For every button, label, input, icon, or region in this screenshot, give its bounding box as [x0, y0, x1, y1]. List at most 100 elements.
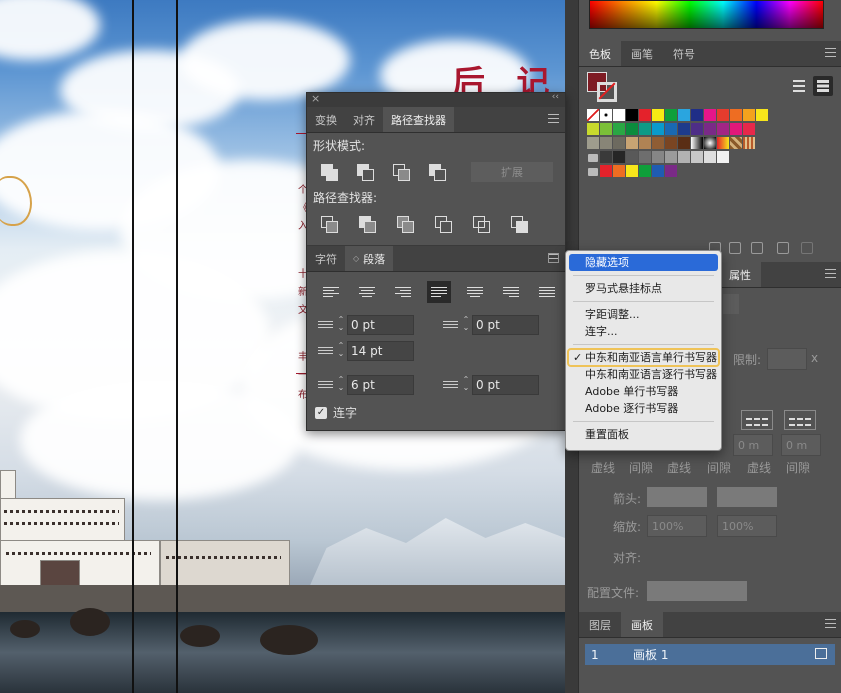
scale-start-field[interactable]: 100% [647, 515, 707, 537]
stepper-arrows-icon[interactable]: ⌃ ⌄ [335, 316, 347, 334]
expand-button[interactable]: 扩展 [471, 161, 553, 182]
menu-item[interactable]: Adobe 逐行书写器 [566, 400, 721, 417]
arrowhead-end-dropdown[interactable] [717, 487, 777, 507]
fill-stroke-widget[interactable] [587, 72, 617, 102]
menu-item[interactable]: 罗马式悬挂标点 [566, 280, 721, 297]
swatch-options-icon[interactable] [729, 242, 741, 254]
color-swatch[interactable] [600, 109, 613, 122]
menu-item[interactable]: 中东和南亚语言逐行书写器 [566, 366, 721, 383]
color-swatch[interactable] [665, 151, 678, 164]
color-swatch[interactable] [600, 151, 613, 164]
crop-icon[interactable] [433, 214, 453, 234]
color-swatch[interactable] [691, 137, 704, 150]
minus-back-icon[interactable] [509, 214, 529, 234]
dash-value-field[interactable]: 0 m [781, 434, 821, 456]
exclude-icon[interactable] [427, 162, 447, 182]
menu-item[interactable]: Adobe 单行书写器 [566, 383, 721, 400]
trim-icon[interactable] [357, 214, 377, 234]
color-swatch[interactable] [717, 137, 730, 150]
color-swatch[interactable] [678, 123, 691, 136]
color-swatch[interactable] [665, 137, 678, 150]
color-swatch[interactable] [639, 109, 652, 122]
artboard-options-icon[interactable] [815, 648, 827, 659]
swatch-folder-icon[interactable] [587, 165, 600, 178]
close-icon[interactable]: × [311, 92, 320, 105]
color-swatch[interactable] [613, 165, 626, 178]
new-swatch-icon[interactable] [777, 242, 789, 254]
tab-brushes[interactable]: 画笔 [621, 41, 663, 66]
color-swatch[interactable] [652, 109, 665, 122]
color-swatch[interactable] [626, 137, 639, 150]
color-swatch[interactable] [743, 109, 756, 122]
color-swatch[interactable] [717, 151, 730, 164]
hyphenate-checkbox[interactable]: ✓ [315, 406, 327, 419]
right-indent-field[interactable]: 0 pt [472, 315, 539, 335]
grid-view-icon[interactable] [813, 76, 833, 96]
divide-icon[interactable] [319, 214, 339, 234]
color-swatch[interactable] [639, 123, 652, 136]
color-swatch[interactable] [587, 123, 600, 136]
color-swatch[interactable] [704, 109, 717, 122]
color-swatch[interactable] [600, 137, 613, 150]
color-swatch[interactable] [691, 123, 704, 136]
color-swatch[interactable] [626, 165, 639, 178]
tab-artboards[interactable]: 画板 [621, 612, 663, 637]
tab-align[interactable]: 对齐 [345, 107, 383, 132]
color-swatch[interactable] [665, 123, 678, 136]
color-swatch[interactable] [678, 151, 691, 164]
color-spectrum[interactable] [589, 0, 824, 29]
stepper-arrows-icon[interactable]: ⌃ ⌄ [335, 342, 347, 360]
hamburger-menu-icon[interactable] [825, 619, 836, 629]
color-swatch[interactable] [717, 109, 730, 122]
space-after-field[interactable]: 0 pt [472, 375, 539, 395]
color-swatch[interactable] [717, 123, 730, 136]
color-swatch[interactable] [639, 151, 652, 164]
outline-icon[interactable] [471, 214, 491, 234]
hamburger-menu-icon[interactable] [548, 253, 559, 263]
intersect-icon[interactable] [391, 162, 411, 182]
dash-align-icon[interactable] [741, 410, 773, 430]
menu-item[interactable]: 隐藏选项 [569, 254, 718, 271]
tab-character[interactable]: 字符 [307, 246, 345, 271]
color-swatch[interactable] [600, 165, 613, 178]
color-swatch[interactable] [639, 137, 652, 150]
hamburger-menu-icon[interactable] [825, 48, 836, 58]
color-swatch[interactable] [691, 109, 704, 122]
profile-dropdown[interactable] [647, 581, 747, 601]
dash-align-icon[interactable] [784, 410, 816, 430]
color-swatch[interactable] [730, 123, 743, 136]
align-right-icon[interactable] [391, 281, 415, 303]
color-swatch[interactable] [626, 109, 639, 122]
tab-transform[interactable]: 变换 [307, 107, 345, 132]
first-line-indent-field[interactable]: 14 pt [347, 341, 414, 361]
color-swatch[interactable] [730, 109, 743, 122]
menu-item[interactable]: 字距调整... [566, 306, 721, 323]
stepper-arrows-icon[interactable]: ⌃ ⌄ [460, 316, 472, 334]
minus-front-icon[interactable] [355, 162, 375, 182]
limit-field[interactable] [767, 348, 807, 370]
color-swatch[interactable] [652, 137, 665, 150]
justify-all-icon[interactable] [535, 281, 559, 303]
color-swatch[interactable] [665, 165, 678, 178]
properties-dropdown[interactable] [723, 294, 739, 314]
color-swatch[interactable] [678, 137, 691, 150]
color-swatch[interactable] [730, 137, 743, 150]
tab-paragraph[interactable]: ◇ 段落 [345, 246, 394, 271]
tab-swatches[interactable]: 色板 [579, 41, 621, 66]
color-swatch[interactable] [652, 123, 665, 136]
stepper-arrows-icon[interactable]: ⌃ ⌄ [335, 376, 347, 394]
menu-item[interactable]: 连字... [566, 323, 721, 340]
arrowhead-start-dropdown[interactable] [647, 487, 707, 507]
hamburger-menu-icon[interactable] [548, 114, 559, 124]
color-swatch[interactable] [756, 109, 769, 122]
menu-item[interactable]: ✓ 中东和南亚语言单行书写器 [567, 348, 720, 367]
color-swatch[interactable] [691, 151, 704, 164]
color-swatch[interactable] [665, 109, 678, 122]
color-swatch[interactable] [639, 165, 652, 178]
left-indent-field[interactable]: 0 pt [347, 315, 414, 335]
tab-layers[interactable]: 图层 [579, 612, 621, 637]
tab-pathfinder[interactable]: 路径查找器 [383, 107, 454, 132]
folder-icon[interactable] [751, 242, 763, 254]
color-swatch[interactable] [678, 109, 691, 122]
color-swatch[interactable] [613, 151, 626, 164]
